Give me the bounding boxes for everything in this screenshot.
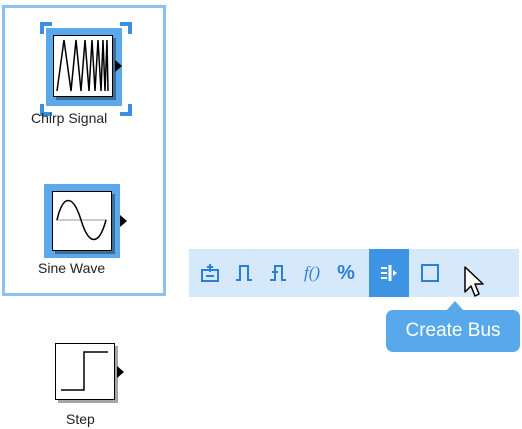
function-icon[interactable]: f() bbox=[295, 249, 329, 297]
step-output-port[interactable] bbox=[117, 366, 124, 378]
create-bus-tooltip: Create Bus bbox=[386, 310, 520, 352]
step-block[interactable]: Step bbox=[40, 338, 140, 428]
subsystem-icon[interactable] bbox=[413, 249, 447, 297]
mouse-cursor-icon bbox=[463, 265, 485, 304]
step-label: Step bbox=[66, 411, 95, 427]
pulse-icon[interactable] bbox=[227, 249, 261, 297]
resize-handle-tr[interactable] bbox=[120, 22, 132, 34]
resize-handle-br[interactable] bbox=[120, 104, 132, 116]
chirp-signal-icon bbox=[53, 35, 113, 97]
create-bus-icon[interactable] bbox=[369, 249, 409, 297]
sine-wave-icon bbox=[52, 191, 112, 251]
step-icon bbox=[55, 343, 115, 400]
chirp-signal-output-port[interactable] bbox=[115, 60, 122, 72]
step-pulse-icon[interactable] bbox=[261, 249, 295, 297]
chirp-signal-block[interactable]: Chirp Signal bbox=[31, 22, 138, 132]
sine-wave-label: Sine Wave bbox=[38, 260, 106, 276]
chirp-signal-label: Chirp Signal bbox=[31, 110, 108, 126]
sine-wave-output-port[interactable] bbox=[120, 215, 127, 227]
bus-element-icon[interactable] bbox=[193, 249, 227, 297]
resize-handle-tl[interactable] bbox=[40, 22, 52, 34]
sine-wave-block[interactable]: Sine Wave bbox=[28, 180, 148, 280]
percent-icon[interactable]: % bbox=[329, 249, 363, 297]
